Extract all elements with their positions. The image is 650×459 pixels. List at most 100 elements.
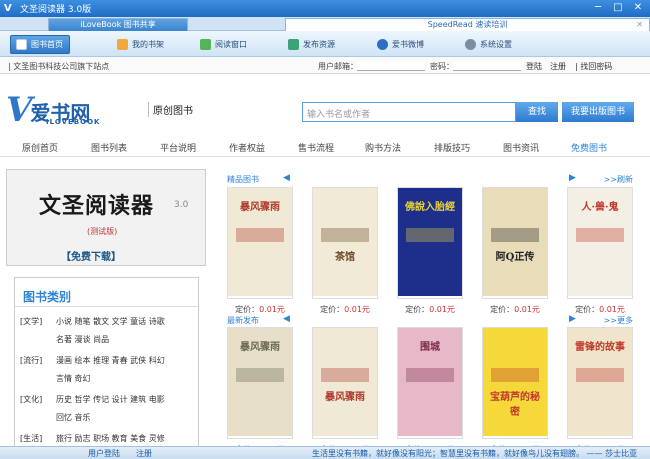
sidebar: 文圣阅读器 3.0 (测试版) 【免费下载】 图书类别 [文学] 小说 随笔 散… bbox=[6, 165, 206, 447]
book-title: 茶馆 bbox=[335, 252, 355, 263]
maximize-button[interactable]: □ bbox=[612, 2, 624, 14]
free-download-link[interactable]: 【免费下载】 bbox=[61, 248, 121, 263]
book-cover[interactable]: 雷锋的故事 bbox=[567, 327, 633, 439]
book-cover[interactable]: 茶馆 bbox=[312, 187, 378, 299]
category-panel: 图书类别 [文学] 小说 随笔 散文 文学 童话 诗歌 名著 漫谈 尚品 [流行… bbox=[14, 277, 199, 447]
minimize-button[interactable]: ─ bbox=[592, 2, 604, 14]
recover-password-link[interactable]: | 找回密码 bbox=[575, 61, 612, 72]
category-links[interactable]: 小说 随笔 散文 文学 童话 诗歌 bbox=[56, 316, 165, 327]
category-links[interactable]: 名著 漫谈 尚品 bbox=[56, 334, 109, 345]
cover-band bbox=[406, 368, 454, 382]
book-cover[interactable]: 佛說入胎經 bbox=[397, 187, 463, 299]
nav-settings[interactable]: 系统设置 bbox=[465, 35, 512, 54]
nav-label: 阅读窗口 bbox=[215, 40, 247, 49]
nav-weibo[interactable]: 爱书微博 bbox=[377, 35, 424, 54]
nav-my-bookshelf[interactable]: 我的书架 bbox=[117, 35, 164, 54]
book-title: 阿Q正传 bbox=[495, 252, 535, 263]
book-cover[interactable]: 阿Q正传 bbox=[482, 187, 548, 299]
login-link[interactable]: 登陆 bbox=[526, 61, 542, 72]
category-group-label: [流行] bbox=[20, 356, 43, 365]
book-cover[interactable]: 暴风骤雨 bbox=[227, 327, 293, 439]
menu-item[interactable]: 图书资讯 bbox=[503, 141, 539, 154]
book-cover[interactable]: 宝葫芦的秘密 bbox=[482, 327, 548, 439]
nav-book-home[interactable]: 图书首页 bbox=[10, 35, 70, 54]
more-link[interactable]: >>更多 bbox=[604, 315, 633, 326]
close-button[interactable]: ✕ bbox=[632, 2, 644, 14]
search-button[interactable]: 查找 bbox=[516, 102, 558, 122]
menu-item[interactable]: 原创首页 bbox=[22, 141, 58, 154]
promo-title: 文圣阅读器 bbox=[39, 193, 155, 219]
search-input[interactable]: 输入书名或作者 bbox=[302, 102, 516, 122]
book-cover-art: 暴风骤雨 bbox=[228, 188, 292, 296]
category-group-label: [生活] bbox=[20, 434, 43, 443]
cover-band bbox=[576, 368, 624, 382]
nav-reading-window[interactable]: 阅读窗口 bbox=[200, 35, 247, 54]
brand-subtitle: 原创图书 bbox=[148, 102, 193, 117]
section-featured-header: 精品图书 ◀ ▶ >>刷新 bbox=[227, 172, 633, 186]
nav-label: 图书首页 bbox=[31, 40, 63, 49]
next-arrow-icon[interactable]: ▶ bbox=[569, 173, 576, 183]
category-links[interactable]: 历史 哲学 传记 设计 建筑 电影 bbox=[56, 394, 165, 405]
book-cover[interactable]: 暴风骤雨 bbox=[312, 327, 378, 439]
app-logo-icon: V bbox=[4, 3, 12, 14]
menu-item[interactable]: 图书列表 bbox=[91, 141, 127, 154]
category-links[interactable]: 漫画 绘本 推理 青春 武侠 科幻 bbox=[56, 355, 165, 366]
refresh-link[interactable]: >>刷新 bbox=[604, 174, 633, 185]
password-field[interactable] bbox=[453, 61, 521, 71]
menu-item[interactable]: 作者权益 bbox=[229, 141, 265, 154]
cover-band bbox=[491, 228, 539, 242]
menu-item[interactable]: 售书流程 bbox=[298, 141, 334, 154]
reader-promo-banner[interactable]: 文圣阅读器 3.0 (测试版) 【免费下载】 bbox=[6, 169, 206, 266]
book-cover-art: 暴风骤雨 bbox=[228, 328, 292, 436]
tab-label: iLoveBook 图书共享 bbox=[80, 20, 156, 29]
book-cover[interactable]: 围城 bbox=[397, 327, 463, 439]
book-cover-art: 阿Q正传 bbox=[483, 188, 547, 296]
next-arrow-icon[interactable]: ▶ bbox=[569, 314, 576, 324]
tab-speedread[interactable]: SpeedRead 速读培训 ✕ bbox=[285, 18, 650, 31]
cover-band bbox=[321, 368, 369, 382]
title-bar: V 文圣阅读器 3.0版 ─ □ ✕ bbox=[0, 0, 650, 17]
book-title: 暴风骤雨 bbox=[240, 202, 280, 213]
category-links[interactable]: 言情 奇幻 bbox=[56, 373, 91, 384]
promo-beta: (测试版) bbox=[87, 227, 118, 236]
book-cover-art: 暴风骤雨 bbox=[313, 328, 377, 436]
nav-publish-resource[interactable]: 发布资源 bbox=[288, 35, 335, 54]
menu-item[interactable]: 平台说明 bbox=[160, 141, 196, 154]
book-title: 围城 bbox=[420, 342, 440, 353]
tab-close-icon[interactable]: ✕ bbox=[636, 19, 643, 31]
book-cover[interactable]: 人·兽·鬼 bbox=[567, 187, 633, 299]
email-field[interactable] bbox=[357, 61, 425, 71]
site-logo[interactable]: V 爱书网 ILOVEBOOK 原创图书 bbox=[6, 93, 193, 127]
tab-ilovebook[interactable]: iLoveBook 图书共享 bbox=[48, 18, 188, 31]
cover-band bbox=[236, 228, 284, 242]
category-links[interactable]: 旅行 励志 职场 教育 美食 灵修 bbox=[56, 433, 165, 444]
cover-band bbox=[321, 228, 369, 242]
register-link[interactable]: 注册 bbox=[550, 61, 566, 72]
promo-version: 3.0 bbox=[174, 200, 189, 210]
user-login-link[interactable]: 用户登陆 bbox=[88, 448, 120, 459]
book-cover-art: 佛說入胎經 bbox=[398, 188, 462, 296]
prev-arrow-icon[interactable]: ◀ bbox=[283, 173, 290, 183]
register-link[interactable]: 注册 bbox=[136, 448, 152, 459]
login-bar: | 文圣图书科技公司旗下站点 用户邮箱： 密码： 登陆 注册 | 找回密码 bbox=[0, 57, 650, 74]
book-cover[interactable]: 暴风骤雨 bbox=[227, 187, 293, 299]
section-title: 精品图书 bbox=[227, 175, 259, 184]
book-title: 人·兽·鬼 bbox=[581, 202, 619, 213]
menu-item[interactable]: 购书方法 bbox=[365, 141, 401, 154]
publish-book-button[interactable]: 我要出版图书 bbox=[562, 102, 634, 122]
reader-window-icon bbox=[200, 39, 211, 50]
book-icon bbox=[16, 39, 27, 50]
category-links[interactable]: 回忆 音乐 bbox=[56, 412, 91, 423]
book-title: 暴风骤雨 bbox=[325, 392, 365, 403]
menu-item[interactable]: 排版技巧 bbox=[434, 141, 470, 154]
book-cover-art: 围城 bbox=[398, 328, 462, 436]
window-controls: ─ □ ✕ bbox=[592, 2, 644, 14]
category-group-label: [文学] bbox=[20, 317, 43, 326]
status-bar: 用户登陆 注册 生活里没有书籍，就好像没有阳光；智慧里没有书籍，就好像鸟儿没有翅… bbox=[0, 446, 650, 459]
book-cover-art: 茶馆 bbox=[313, 188, 377, 296]
site-menu: 原创首页 图书列表 平台说明 作者权益 售书流程 购书方法 排版技巧 图书资讯 … bbox=[0, 136, 650, 157]
category-header: 图书类别 bbox=[23, 290, 72, 304]
menu-item-free-books[interactable]: 免费图书 bbox=[571, 141, 607, 154]
prev-arrow-icon[interactable]: ◀ bbox=[283, 314, 290, 324]
book-cover-art: 雷锋的故事 bbox=[568, 328, 632, 436]
